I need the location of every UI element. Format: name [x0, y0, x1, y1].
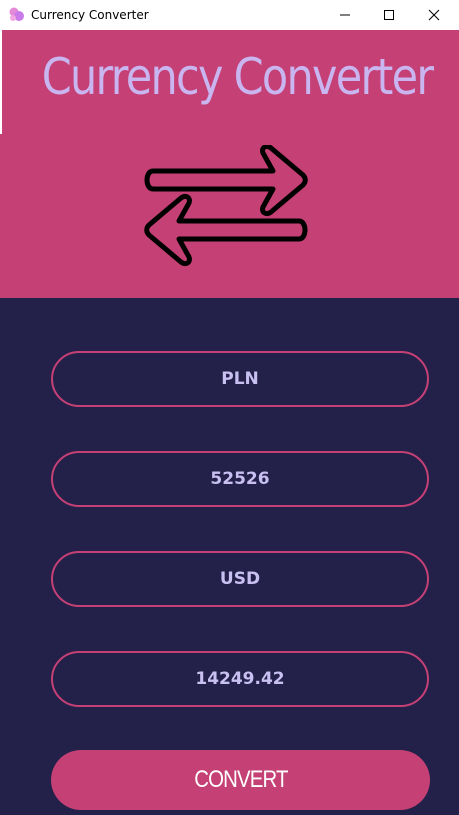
close-button[interactable]: [411, 0, 456, 30]
from-currency-field[interactable]: [51, 351, 429, 407]
bubbles-app-icon: [9, 7, 24, 21]
result-field[interactable]: [51, 651, 429, 707]
close-icon: [428, 9, 439, 21]
to-currency-field[interactable]: [51, 551, 429, 607]
convert-button-label: CONVERT: [193, 766, 288, 793]
minimize-icon: [339, 14, 350, 16]
maximize-icon: [383, 10, 394, 20]
title-bar[interactable]: Currency Converter: [0, 0, 459, 30]
header-banner: Currency Converter: [0, 30, 459, 298]
convert-button[interactable]: CONVERT: [51, 750, 430, 810]
app-window: Currency Converter Currency Converter PL…: [0, 0, 459, 815]
amount-field[interactable]: [51, 451, 429, 507]
swap-arrows-icon: [144, 145, 308, 267]
app-title: Currency Converter: [41, 48, 434, 106]
window-title: Currency Converter: [31, 8, 149, 22]
maximize-button[interactable]: [366, 0, 411, 30]
header-edge: [0, 30, 2, 134]
minimize-button[interactable]: [322, 0, 367, 30]
